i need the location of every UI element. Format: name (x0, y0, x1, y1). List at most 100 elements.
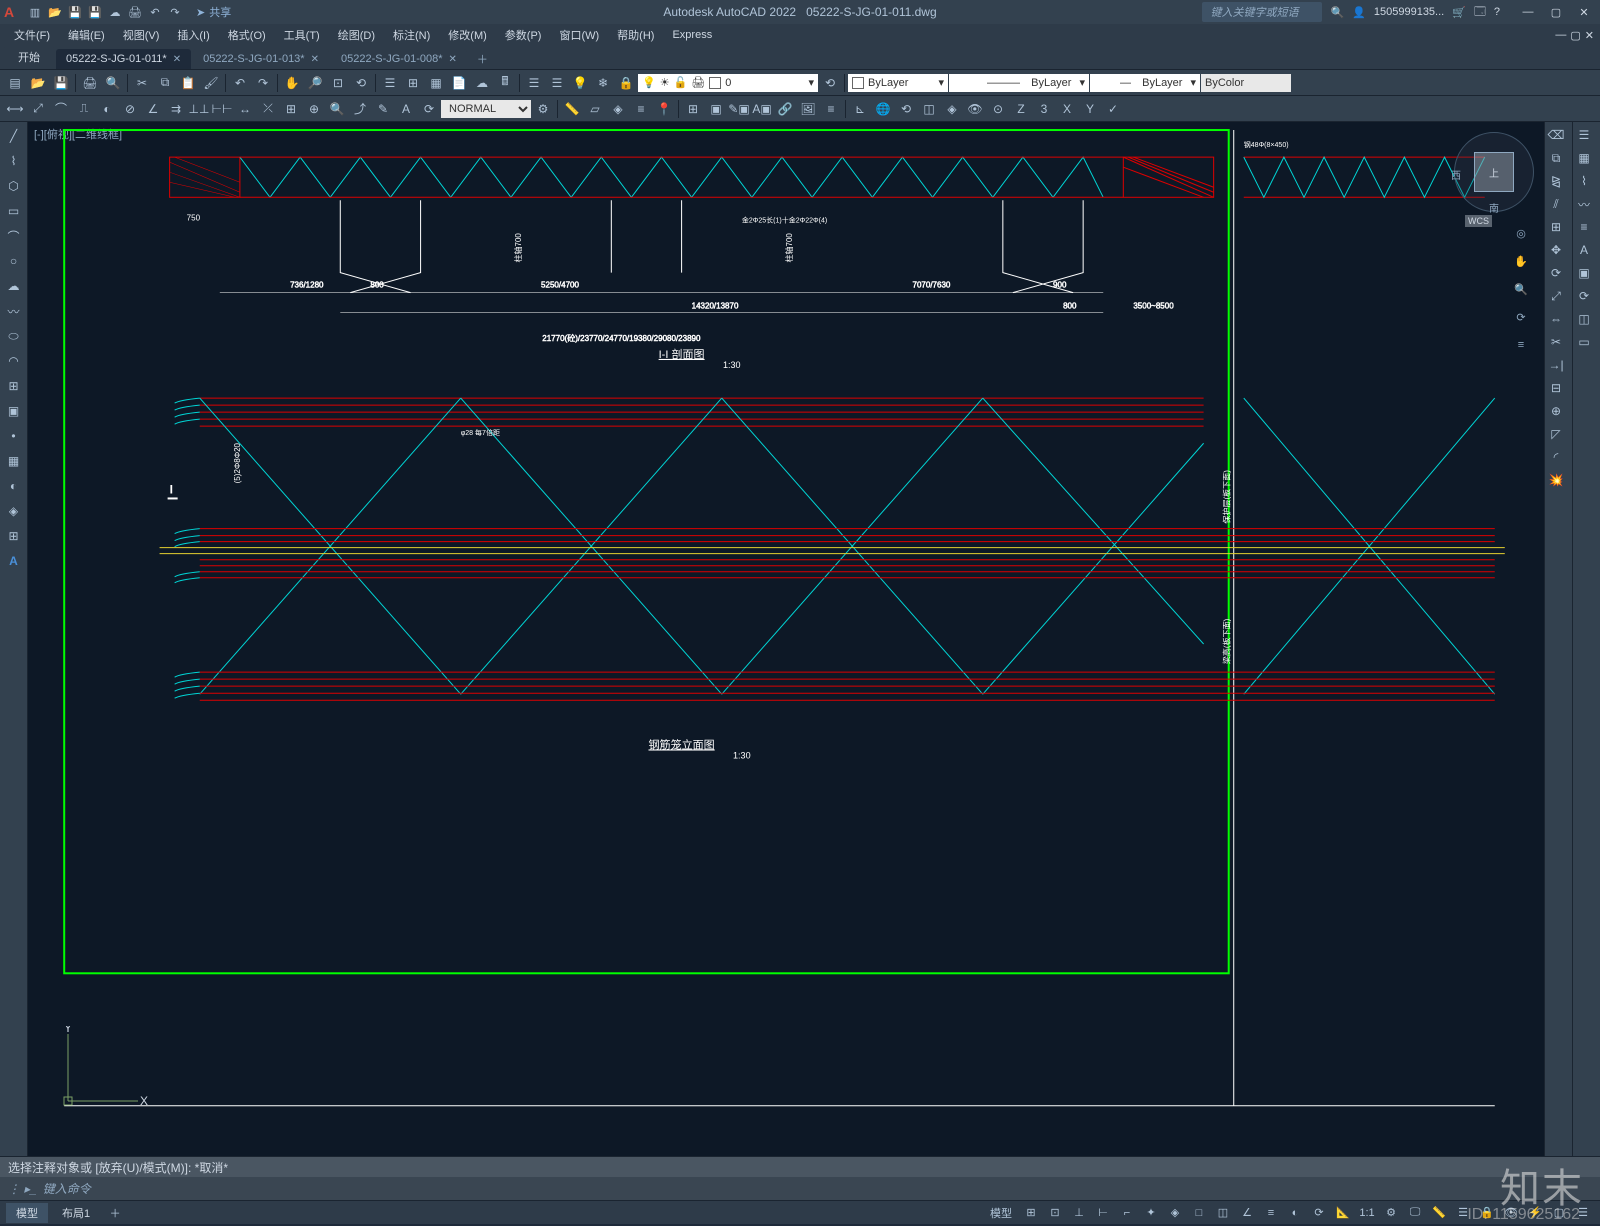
mtext-icon[interactable]: A (2, 549, 26, 573)
update-icon[interactable]: ⟳ (418, 98, 440, 120)
plotstyle-input[interactable] (1201, 74, 1291, 92)
infer-icon[interactable]: ⊥ (1068, 1203, 1090, 1223)
save-icon[interactable]: 💾 (50, 72, 72, 94)
dim-space-icon[interactable]: ↔ (234, 98, 256, 120)
dim-dia-icon[interactable]: ⊘ (119, 98, 141, 120)
table-icon[interactable]: ⊞ (2, 524, 26, 548)
lweight-icon[interactable]: ≡ (1260, 1203, 1282, 1223)
hatch-icon[interactable]: ▦ (2, 449, 26, 473)
image-icon[interactable]: 🖼 (797, 98, 819, 120)
doc-minimize-button[interactable]: — (1555, 29, 1566, 42)
attr-icon[interactable]: A▣ (751, 98, 773, 120)
revcloud-icon[interactable]: ☁ (2, 274, 26, 298)
xclip-icon[interactable]: ◫ (1573, 308, 1595, 330)
dim-arc-icon[interactable]: ⌒ (50, 98, 72, 120)
dim-aligned-icon[interactable]: ⤢ (27, 98, 49, 120)
mirror-icon[interactable]: ⧎ (1545, 170, 1567, 192)
color-dropdown[interactable]: ByLayer▾ (848, 74, 948, 92)
redo-icon[interactable]: ↷ (252, 72, 274, 94)
dim-linear-icon[interactable]: ⟷ (4, 98, 26, 120)
inspect-icon[interactable]: 🔍 (326, 98, 348, 120)
file-tab[interactable]: 05222-S-JG-01-013* ✕ (193, 49, 329, 69)
gradient-icon[interactable]: ◐ (2, 474, 26, 498)
ucs-apply-icon[interactable]: ✓ (1102, 98, 1124, 120)
make-block-icon[interactable]: ▣ (2, 399, 26, 423)
menu-insert[interactable]: 插入(I) (169, 25, 217, 45)
grid-icon[interactable]: ⊞ (1020, 1203, 1042, 1223)
window-minimize-button[interactable]: — (1516, 3, 1540, 21)
isolate-icon[interactable]: 👁 (1500, 1203, 1522, 1223)
explode-icon[interactable]: 💥 (1545, 469, 1567, 491)
circle-icon[interactable]: ○ (2, 249, 26, 273)
layer-manage-icon[interactable]: ☰ (523, 72, 545, 94)
extend-icon[interactable]: →| (1545, 354, 1567, 376)
zoom-icon[interactable]: 🔎 (304, 72, 326, 94)
qat-new-icon[interactable]: ▥ (26, 3, 44, 21)
zoom-window-icon[interactable]: ⊡ (327, 72, 349, 94)
menu-express[interactable]: Express (664, 27, 720, 43)
customize-icon[interactable]: ☰ (1572, 1203, 1594, 1223)
ucs-origin-icon[interactable]: ⊙ (987, 98, 1009, 120)
cycle-icon[interactable]: ⟳ (1308, 1203, 1330, 1223)
ucs-world-icon[interactable]: 🌐 (872, 98, 894, 120)
share-button[interactable]: ➤ 共享 (196, 4, 231, 20)
viewcube-west[interactable]: 西 (1451, 167, 1461, 182)
close-icon[interactable]: ✕ (449, 54, 457, 65)
paste-icon[interactable]: 📋 (177, 72, 199, 94)
help-search-input[interactable]: 键入关键字或短语 (1202, 2, 1322, 22)
join-icon[interactable]: ⊕ (1545, 400, 1567, 422)
array-icon[interactable]: ⊞ (1545, 216, 1567, 238)
ortho-icon[interactable]: ⌐ (1116, 1203, 1138, 1223)
qat-save-icon[interactable]: 💾 (66, 3, 84, 21)
quick-prop-icon[interactable]: ☰ (1452, 1203, 1474, 1223)
open-icon[interactable]: 📂 (27, 72, 49, 94)
menu-view[interactable]: 视图(V) (115, 25, 168, 45)
workspace-switch-icon[interactable]: ⚙ (1380, 1203, 1402, 1223)
lock-ui-icon[interactable]: 🔒 (1476, 1203, 1498, 1223)
region-icon[interactable]: ◈ (607, 98, 629, 120)
layer-states-icon[interactable]: ☰ (546, 72, 568, 94)
menu-help[interactable]: 帮助(H) (609, 25, 662, 45)
line-icon[interactable]: ╱ (2, 124, 26, 148)
block-attr-icon[interactable]: ▣ (1573, 262, 1595, 284)
units-icon[interactable]: 📏 (1428, 1203, 1450, 1223)
dim-ang-icon[interactable]: ∠ (142, 98, 164, 120)
nav-pan-icon[interactable]: ✋ (1510, 250, 1532, 272)
designcenter-icon[interactable]: ⊞ (402, 72, 424, 94)
dim-radius-icon[interactable]: ◐ (96, 98, 118, 120)
calc-icon[interactable]: 🖩 (494, 72, 516, 94)
point-icon[interactable]: • (2, 424, 26, 448)
3dosnap-icon[interactable]: ◫ (1212, 1203, 1234, 1223)
mline-edit-icon[interactable]: ≡ (1573, 216, 1595, 238)
field-icon[interactable]: ≡ (820, 98, 842, 120)
id-icon[interactable]: 📍 (653, 98, 675, 120)
tab-start[interactable]: 开始 (4, 45, 54, 69)
draworder-icon[interactable]: ☰ (1573, 124, 1595, 146)
arc-icon[interactable]: ⌒ (2, 224, 26, 248)
ucs-face-icon[interactable]: ◫ (918, 98, 940, 120)
ucs-view-icon[interactable]: 👁 (964, 98, 986, 120)
qat-saveas-icon[interactable]: 💾 (86, 3, 104, 21)
ellipse-icon[interactable]: ⬭ (2, 324, 26, 348)
menu-draw[interactable]: 绘图(D) (330, 25, 383, 45)
dimtedit-icon[interactable]: A (395, 98, 417, 120)
cmd-arrow-icon[interactable]: ▸_ (24, 1182, 37, 1196)
menu-dim[interactable]: 标注(N) (385, 25, 438, 45)
user-name[interactable]: 1505999135... (1374, 6, 1444, 18)
rotate-icon[interactable]: ⟳ (1545, 262, 1567, 284)
clean-icon[interactable]: ▢ (1548, 1203, 1570, 1223)
menu-tools[interactable]: 工具(T) (276, 25, 328, 45)
ucs-z-icon[interactable]: Z (1010, 98, 1032, 120)
view-cube[interactable]: 上 西 南 WCS (1454, 132, 1534, 212)
model-tab[interactable]: 模型 (6, 1203, 48, 1223)
qat-redo-icon[interactable]: ↷ (166, 3, 184, 21)
center-icon[interactable]: ⊕ (303, 98, 325, 120)
area-icon[interactable]: ▱ (584, 98, 606, 120)
ucs-indicator[interactable]: X Y (58, 1026, 148, 1116)
insert2-icon[interactable]: ⊞ (2, 374, 26, 398)
menu-param[interactable]: 参数(P) (497, 25, 550, 45)
stretch-icon[interactable]: ⇔ (1545, 308, 1567, 330)
preview-icon[interactable]: 🔍 (102, 72, 124, 94)
ucs-3p-icon[interactable]: 3 (1033, 98, 1055, 120)
trim-icon[interactable]: ✂ (1545, 331, 1567, 353)
